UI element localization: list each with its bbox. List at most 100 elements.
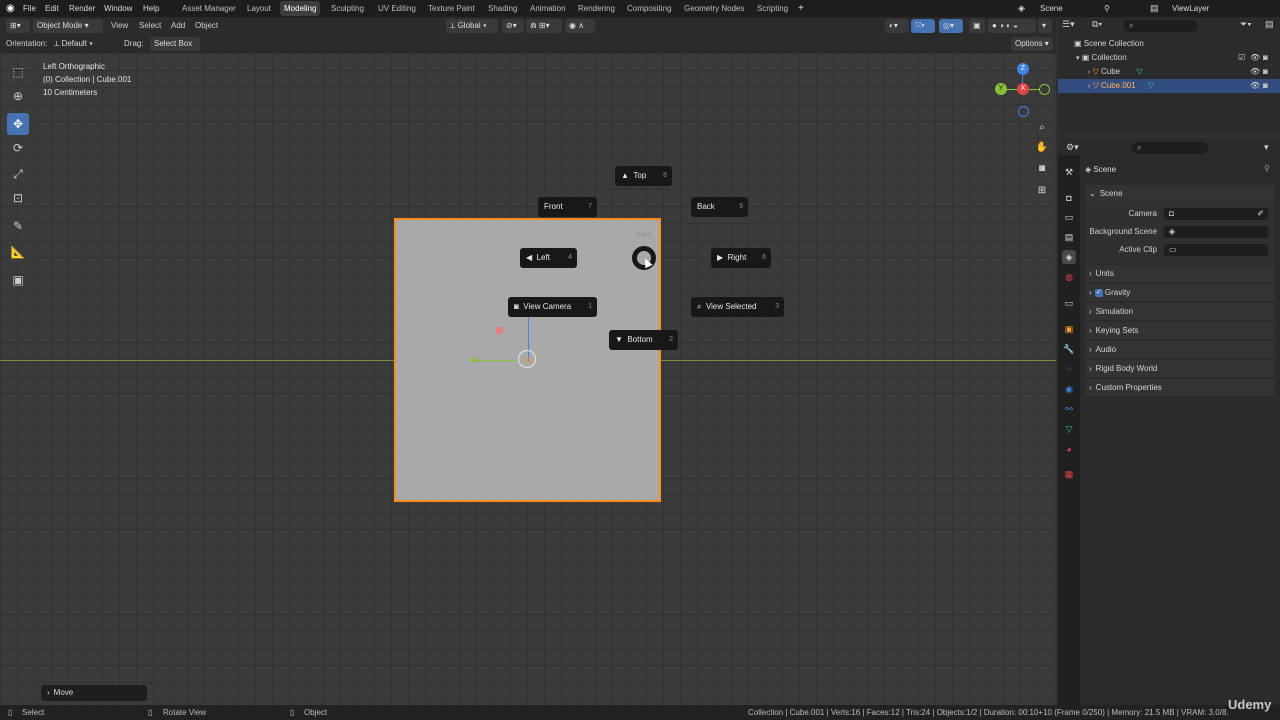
tab-layout[interactable]: Layout — [243, 1, 275, 16]
panel-keying-sets[interactable]: › Keying Sets — [1085, 322, 1275, 339]
menu-help[interactable]: Help — [143, 0, 159, 17]
camera-view-icon[interactable]: ◙ — [1035, 163, 1049, 177]
tab-modeling[interactable]: Modeling — [280, 1, 321, 16]
properties-editor-icon[interactable]: ⚙▾ — [1066, 142, 1079, 153]
orientation-dropdown[interactable]: ⟂ Default ▾ — [50, 37, 116, 51]
outliner-item-cube[interactable]: › ▽ Cube ▽ 👁 ◙ — [1058, 65, 1280, 79]
display-mode-icon[interactable]: ⧉▾ — [1092, 19, 1102, 30]
scene-name[interactable]: Scene — [1040, 0, 1063, 17]
camera-render-icon[interactable]: ◙ — [1263, 79, 1268, 93]
filter-icon[interactable]: ⏷▾ — [1240, 19, 1252, 30]
camera-render-icon[interactable]: ◙ — [1263, 51, 1268, 65]
material-tab-icon[interactable]: ◕ — [1062, 442, 1076, 456]
object-tab-icon[interactable]: ▣ — [1062, 322, 1076, 336]
view-layer-tab-icon[interactable]: ▤ — [1062, 230, 1076, 244]
camera-render-icon[interactable]: ◙ — [1263, 65, 1268, 79]
transform-tool-icon[interactable]: ⊡ — [7, 187, 29, 209]
menu-add[interactable]: Add — [171, 19, 185, 33]
visibility-icon[interactable]: ◐▾ — [885, 19, 909, 33]
pin-icon[interactable]: ⚲ — [1104, 0, 1110, 17]
nav-gizmo-neg-z[interactable] — [1018, 106, 1029, 117]
menu-view[interactable]: View — [111, 19, 128, 33]
scene-icon[interactable]: ◈ — [1018, 0, 1025, 17]
panel-rigid-body-world[interactable]: › Rigid Body World — [1085, 360, 1275, 377]
outliner-scene-collection[interactable]: ▣ Scene Collection — [1058, 37, 1280, 51]
active-clip-field[interactable]: ▭ — [1164, 244, 1268, 256]
shading-options-icon[interactable]: ▾ — [1038, 19, 1052, 33]
tab-animation[interactable]: Animation — [526, 1, 570, 16]
collection-tab-icon[interactable]: ▭ — [1062, 296, 1076, 310]
particles-tab-icon[interactable]: ⁘ — [1062, 362, 1076, 376]
pie-front-button[interactable]: Front 7 — [538, 197, 597, 217]
xray-icon[interactable]: ▣ — [969, 19, 985, 33]
tab-sculpting[interactable]: Sculpting — [327, 1, 368, 16]
nav-gizmo-z[interactable]: Z — [1017, 63, 1029, 75]
overlay-toggle-icon[interactable]: ◎▾ — [939, 19, 963, 33]
rotate-tool-icon[interactable]: ⟳ — [7, 137, 29, 159]
panel-scene-header[interactable]: ⌄ Scene — [1085, 185, 1275, 202]
outliner-item-cube-001[interactable]: › ▽ Cube.001 ▽ 👁 ◙ — [1058, 79, 1280, 93]
tab-asset-manager[interactable]: Asset Manager — [178, 1, 240, 16]
pie-top-button[interactable]: ▲ Top 8 — [615, 166, 672, 186]
editor-type-icon[interactable]: ⊞▾ — [6, 19, 30, 33]
blender-logo-icon[interactable]: ◉ — [6, 0, 15, 17]
last-operator-panel[interactable]: › Move — [41, 685, 147, 701]
menu-object[interactable]: Object — [195, 19, 218, 33]
output-tab-icon[interactable]: ▭ — [1062, 210, 1076, 224]
menu-window[interactable]: Window — [104, 0, 132, 17]
checkbox-icon[interactable]: ☑ — [1238, 51, 1245, 65]
tab-compositing[interactable]: Compositing — [623, 1, 675, 16]
pie-view-camera-button[interactable]: ◙ View Camera 1 — [508, 297, 597, 317]
panel-units[interactable]: › Units — [1085, 265, 1275, 282]
pie-view-selected-button[interactable]: ⌕ View Selected 3 — [691, 297, 784, 317]
options-dropdown[interactable]: Options ▾ — [1011, 37, 1053, 51]
tab-scripting[interactable]: Scripting — [753, 1, 792, 16]
shading-mode-icons[interactable]: ● ◑ ◐ ◒ — [988, 19, 1036, 33]
menu-file[interactable]: File — [23, 0, 36, 17]
proportional-edit-icon[interactable]: ◉ ∧ — [565, 19, 595, 33]
tab-rendering[interactable]: Rendering — [574, 1, 619, 16]
gizmo-toggle-icon[interactable]: ⤧▾ — [911, 19, 935, 33]
tool-tab-icon[interactable]: ⚒ — [1062, 165, 1076, 179]
chevron-down-icon[interactable]: ▾ — [1264, 142, 1269, 153]
menu-select[interactable]: Select — [139, 19, 161, 33]
eye-icon[interactable]: 👁 — [1250, 51, 1260, 65]
panel-simulation[interactable]: › Simulation — [1085, 303, 1275, 320]
outliner-editor-icon[interactable]: ☰▾ — [1062, 19, 1075, 30]
scale-tool-icon[interactable]: ⤢ — [7, 163, 29, 185]
perspective-grid-icon[interactable]: ⊞ — [1035, 185, 1049, 199]
world-tab-icon[interactable]: ◍ — [1062, 270, 1076, 284]
modifier-tab-icon[interactable]: 🔧 — [1062, 342, 1076, 356]
transform-orientation-dropdown[interactable]: ⟂ Global ▾ — [446, 19, 498, 33]
panel-audio[interactable]: › Audio — [1085, 341, 1275, 358]
drag-dropdown[interactable]: Select Box ▾ — [150, 37, 200, 62]
constraints-tab-icon[interactable]: ⚯ — [1062, 402, 1076, 416]
pie-right-button[interactable]: ▶ Right 6 — [711, 248, 771, 268]
view-layer-icon[interactable]: ▤ — [1150, 0, 1159, 17]
move-tool-icon[interactable]: ✥ — [7, 113, 29, 135]
mode-dropdown[interactable]: Object Mode ▾ — [33, 19, 103, 33]
panel-gravity[interactable]: › ✓ Gravity — [1085, 284, 1275, 301]
nav-gizmo-x[interactable]: X — [1017, 83, 1029, 95]
camera-field[interactable]: ◘ ✐ — [1164, 208, 1268, 220]
select-box-tool-icon[interactable]: ⬚ — [7, 61, 29, 83]
gravity-checkbox[interactable]: ✓ — [1094, 288, 1103, 297]
eye-icon[interactable]: 👁 — [1250, 65, 1260, 79]
snap-icon[interactable]: ⋒ ⊞▾ — [526, 19, 562, 33]
data-tab-icon[interactable]: ▽ — [1062, 422, 1076, 436]
tab-uv-editing[interactable]: UV Editing — [374, 1, 420, 16]
annotate-tool-icon[interactable]: ✎ — [7, 215, 29, 237]
outliner-collection[interactable]: ▾ ▣ Collection ☑ 👁 ◙ — [1058, 51, 1280, 65]
properties-search-input[interactable]: ⌕ — [1132, 142, 1208, 154]
background-scene-field[interactable]: ◈ — [1164, 226, 1268, 238]
tab-geometry-nodes[interactable]: Geometry Nodes — [680, 1, 748, 16]
pie-left-button[interactable]: ◀ Left 4 — [520, 248, 577, 268]
render-tab-icon[interactable]: ◘ — [1062, 191, 1076, 205]
pie-bottom-button[interactable]: ▼ Bottom 2 — [609, 330, 678, 350]
physics-tab-icon[interactable]: ◉ — [1062, 382, 1076, 396]
add-cube-tool-icon[interactable]: ▣ — [7, 269, 29, 291]
nav-gizmo-neg-y[interactable] — [1039, 84, 1050, 95]
pivot-icon[interactable]: ⊘▾ — [502, 19, 524, 33]
3d-viewport[interactable]: Left Orthographic (0) Collection | Cube.… — [0, 53, 1056, 705]
scene-tab-icon[interactable]: ◈ — [1062, 250, 1076, 264]
